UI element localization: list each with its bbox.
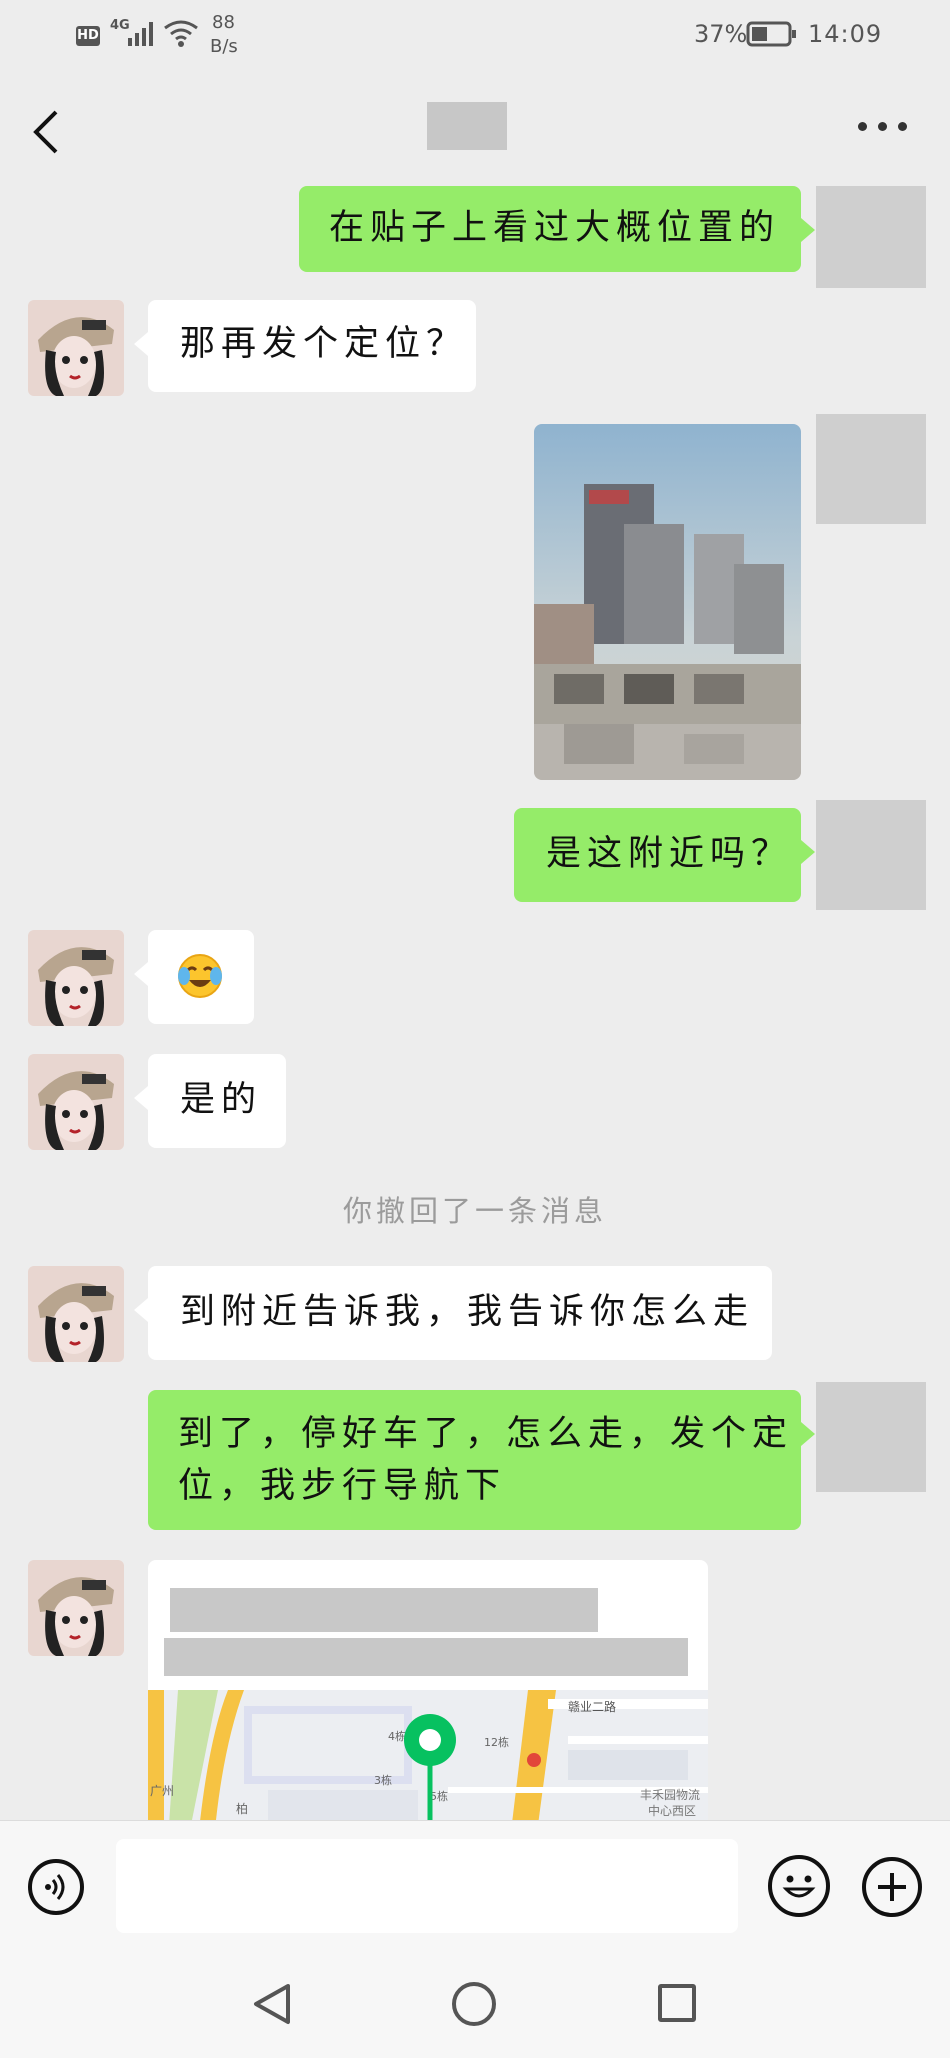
nav-back-icon[interactable] — [250, 1982, 294, 2026]
message-list[interactable]: 在贴子上看过大概位置的 那再发个定位？ 是这附近吗？ 是的 你撤回了一条消息 到… — [0, 186, 950, 1820]
net-speed-unit: B/s — [210, 36, 238, 57]
message-bubble-contact[interactable]: 是的 — [134, 1054, 286, 1148]
map-label-poi: 丰禾园物流 — [640, 1788, 701, 1802]
avatar-self[interactable] — [816, 414, 926, 524]
message-text-line: 位，我步行导航下 — [178, 1466, 507, 1506]
message-text: 到附近告诉我，我告诉你怎么走 — [180, 1292, 755, 1332]
location-address-redacted — [164, 1638, 688, 1676]
input-bar — [0, 1820, 950, 1959]
image-message[interactable] — [534, 424, 801, 780]
map-label-road: 赣业二路 — [568, 1700, 617, 1714]
message-bubble-contact[interactable] — [134, 930, 254, 1024]
recall-notice: 你撤回了一条消息 — [342, 1194, 607, 1228]
nav-home-icon[interactable] — [452, 1982, 496, 2026]
avatar-contact[interactable] — [28, 1560, 124, 1656]
signal-icon — [126, 20, 156, 48]
net-speed-value: 88 — [212, 12, 235, 33]
avatar-contact[interactable] — [28, 930, 124, 1026]
battery-icon — [746, 20, 798, 48]
map-label-area: 广州 — [150, 1784, 175, 1798]
map-label-building: 3栋 — [374, 1774, 392, 1787]
plus-icon — [878, 1873, 906, 1901]
wifi-icon — [162, 18, 200, 48]
location-map[interactable]: 赣业二路 4栋 12栋 3栋 5栋 丰禾园物流 中心西区 广州 柏 — [148, 1690, 708, 1820]
hd-badge: HD — [76, 26, 100, 46]
chat-title-redacted — [427, 102, 507, 150]
map-label-poi: 中心西区 — [648, 1804, 697, 1818]
emoji-button[interactable] — [768, 1855, 830, 1917]
avatar-contact[interactable] — [28, 1054, 124, 1150]
more-actions-button[interactable] — [862, 1857, 922, 1917]
message-text-line: 到了，停好车了，怎么走，发个定 — [178, 1414, 794, 1454]
map-label-building: 12栋 — [484, 1736, 509, 1749]
crying-laughing-emoji-icon — [178, 954, 222, 998]
location-title-redacted — [170, 1588, 598, 1632]
message-bubble-contact[interactable]: 到附近告诉我，我告诉你怎么走 — [134, 1266, 772, 1360]
avatar-contact[interactable] — [28, 1266, 124, 1362]
map-pin-icon — [404, 1714, 456, 1820]
message-bubble-contact[interactable]: 那再发个定位？ — [134, 300, 476, 392]
avatar-self[interactable] — [816, 800, 926, 910]
avatar-self[interactable] — [816, 186, 926, 288]
message-text: 那再发个定位？ — [180, 324, 468, 364]
message-bubble-self[interactable]: 在贴子上看过大概位置的 — [299, 186, 815, 272]
location-card[interactable]: 赣业二路 4栋 12栋 3栋 5栋 丰禾园物流 中心西区 广州 柏 — [148, 1560, 708, 1820]
message-bubble-self[interactable]: 是这附近吗？ — [514, 808, 815, 902]
avatar-contact[interactable] — [28, 300, 124, 396]
system-nav-bar — [0, 1958, 950, 2058]
chat-header — [0, 70, 950, 186]
more-options-icon[interactable] — [858, 122, 908, 134]
back-arrow-icon[interactable] — [30, 110, 66, 154]
photo-blurred-icon — [534, 424, 801, 780]
battery-percent: 37% — [694, 20, 748, 48]
status-bar: HD 4G 88 B/s 37% 14:09 — [0, 0, 950, 70]
voice-icon — [45, 1874, 65, 1900]
message-bubble-self[interactable]: 到了，停好车了，怎么走，发个定 位，我步行导航下 — [148, 1390, 815, 1530]
message-text: 是的 — [180, 1080, 263, 1120]
voice-input-button[interactable] — [28, 1859, 84, 1915]
smiley-icon — [782, 1875, 816, 1898]
nav-recents-icon[interactable] — [658, 1984, 696, 2022]
clock: 14:09 — [808, 20, 883, 48]
message-input[interactable] — [116, 1839, 738, 1933]
avatar-self[interactable] — [816, 1382, 926, 1492]
map-label-area: 柏 — [236, 1802, 249, 1816]
message-text: 是这附近吗？ — [546, 834, 793, 874]
message-text: 在贴子上看过大概位置的 — [329, 208, 781, 248]
